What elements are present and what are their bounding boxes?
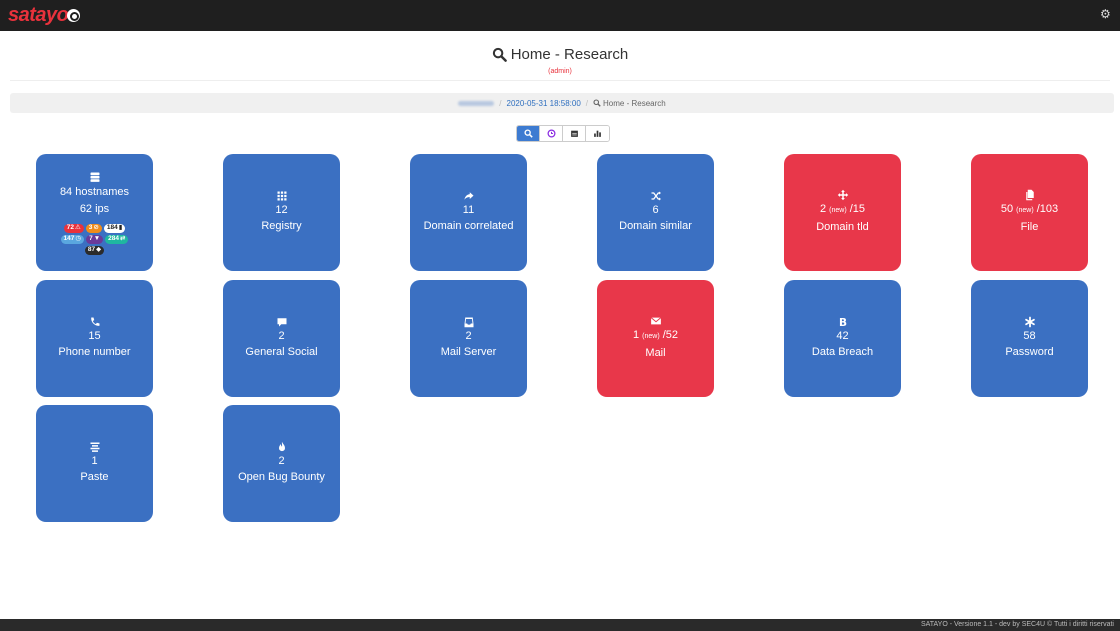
hostnames-tile[interactable]: 84 hostnames 62 ips 72 ⚠ 3 ⊘ 184 ▮ 147 ◷ 7 ▼ … <box>36 154 153 271</box>
svg-text:B: B <box>838 317 846 328</box>
page-header: Home - Research (admin) <box>0 46 1120 75</box>
bar-chart-icon <box>594 130 601 137</box>
view-calendar-button[interactable] <box>563 126 586 141</box>
tile-count: 15 <box>88 330 101 342</box>
tile-label: Domain tld <box>816 221 869 233</box>
clock-icon <box>547 129 555 138</box>
tile-count: 1 <box>91 455 98 467</box>
files-icon <box>1025 189 1034 201</box>
breadcrumb-current-label: Home - Research <box>603 98 666 108</box>
bitcoin-icon: B <box>838 317 846 328</box>
phone-icon <box>90 317 99 326</box>
shuffle-icon <box>651 191 661 201</box>
envelope-icon <box>650 317 661 325</box>
hostnames-badges: 72 ⚠ 3 ⊘ 184 ▮ 147 ◷ 7 ▼ 284 ⇄ 87 ◆ <box>53 223 137 255</box>
tile-label: Data Breach <box>811 346 874 358</box>
tile-count: 50 (new) /103 <box>1000 203 1059 215</box>
domain-tld-tile[interactable]: 2 (new) /15 Domain tld <box>784 154 901 271</box>
general-social-tile[interactable]: 2 General Social <box>223 280 340 397</box>
tile-count: 1 (new) /52 <box>632 329 679 341</box>
header-divider <box>10 80 1110 81</box>
alert-badge: 72 ⚠ <box>63 223 84 233</box>
view-switcher <box>516 125 610 142</box>
align-center-icon <box>90 442 99 452</box>
gear-icon[interactable]: ⚙ <box>1100 8 1112 20</box>
filter-badge: 7 ▼ <box>86 234 104 244</box>
search-icon <box>593 99 601 107</box>
tile-count: 2 <box>278 330 285 342</box>
phone-number-tile[interactable]: 15 Phone number <box>36 280 153 397</box>
tile-count: 2 (new) /15 <box>819 203 866 215</box>
password-tile[interactable]: 58 Password <box>971 280 1088 397</box>
tile-label: Mail Server <box>440 346 497 358</box>
domain-similar-tile[interactable]: 6 Domain similar <box>597 154 714 271</box>
tile-label: Mail <box>645 347 666 359</box>
breadcrumb-item-redacted[interactable] <box>458 100 495 106</box>
search-icon <box>492 47 507 62</box>
data-breach-tile[interactable]: B 42 Data Breach <box>784 280 901 397</box>
tile-count: 11 <box>462 204 475 216</box>
open-bug-bounty-tile[interactable]: 2 Open Bug Bounty <box>223 405 340 522</box>
view-search-button[interactable] <box>517 126 540 141</box>
mail-server-tile[interactable]: 2 Mail Server <box>410 280 527 397</box>
footer-text: SATAYO - Versione 1.1 - dev by SEC4U © T… <box>920 621 1114 628</box>
tile-label: Open Bug Bounty <box>238 471 325 483</box>
app-logo[interactable]: satayo <box>8 4 81 27</box>
share-arrow-icon <box>464 192 473 200</box>
tile-label: Paste <box>80 471 109 483</box>
tile-count: 58 <box>1023 330 1036 342</box>
fire-icon <box>278 441 285 452</box>
tile-label: Password <box>1005 346 1054 358</box>
view-chart-button[interactable] <box>586 126 609 141</box>
tile-label: General Social <box>245 346 318 358</box>
asterisk-icon <box>1024 316 1035 328</box>
tile-count: 2 <box>278 455 285 467</box>
clock-badge: 147 ◷ <box>60 234 85 244</box>
breadcrumb-separator: / <box>499 98 502 108</box>
paste-tile[interactable]: 1 Paste <box>36 405 153 522</box>
search-icon <box>523 129 533 138</box>
breadcrumb-item-current: Home - Research <box>593 99 666 108</box>
server-icon <box>90 172 99 182</box>
breadcrumb-item-date[interactable]: 2020-05-31 18:58:00 <box>507 99 581 108</box>
grid-icon <box>277 191 286 201</box>
breadcrumb-separator: / <box>585 98 589 108</box>
move-arrows-icon <box>837 189 848 201</box>
inbox-icon <box>464 317 473 328</box>
view-clock-button[interactable] <box>540 126 563 141</box>
tile-label: Domain similar <box>619 220 692 232</box>
tile-count: 2 <box>465 330 472 342</box>
bookmark-badge: 184 ▮ <box>103 223 126 233</box>
calendar-icon <box>570 130 578 137</box>
tile-count: 6 <box>652 204 659 216</box>
comment-icon <box>277 318 286 327</box>
blocked-badge: 3 ⊘ <box>85 223 102 233</box>
ips-count: 62 ips <box>79 202 110 215</box>
logo-text: satayo <box>8 4 69 26</box>
tile-label: Registry <box>261 220 302 232</box>
tile-count: 12 <box>275 204 288 216</box>
user-role-label: (admin) <box>548 68 572 75</box>
transfer-badge: 284 ⇄ <box>105 234 129 244</box>
domain-correlated-tile[interactable]: 11 Domain correlated <box>410 154 527 271</box>
tile-label: File <box>1020 221 1039 233</box>
tile-label: Domain correlated <box>423 220 514 232</box>
breadcrumb: / 2020-05-31 18:58:00 / Home - Research <box>10 93 1114 113</box>
logo-lens-icon <box>67 9 81 22</box>
page-title-text: Home - Research <box>510 46 629 63</box>
mail-tile[interactable]: 1 (new) /52 Mail <box>597 280 714 397</box>
top-navbar: satayo ⚙ <box>0 0 1120 31</box>
tag-badge: 87 ◆ <box>84 245 105 255</box>
tile-label: Phone number <box>58 346 131 358</box>
registry-tile[interactable]: 12 Registry <box>223 154 340 271</box>
tile-count: 42 <box>836 330 849 342</box>
page-title: Home - Research <box>492 46 629 63</box>
file-tile[interactable]: 50 (new) /103 File <box>971 154 1088 271</box>
footer: SATAYO - Versione 1.1 - dev by SEC4U © T… <box>0 619 1120 631</box>
hostnames-count: 84 hostnames <box>59 185 130 198</box>
